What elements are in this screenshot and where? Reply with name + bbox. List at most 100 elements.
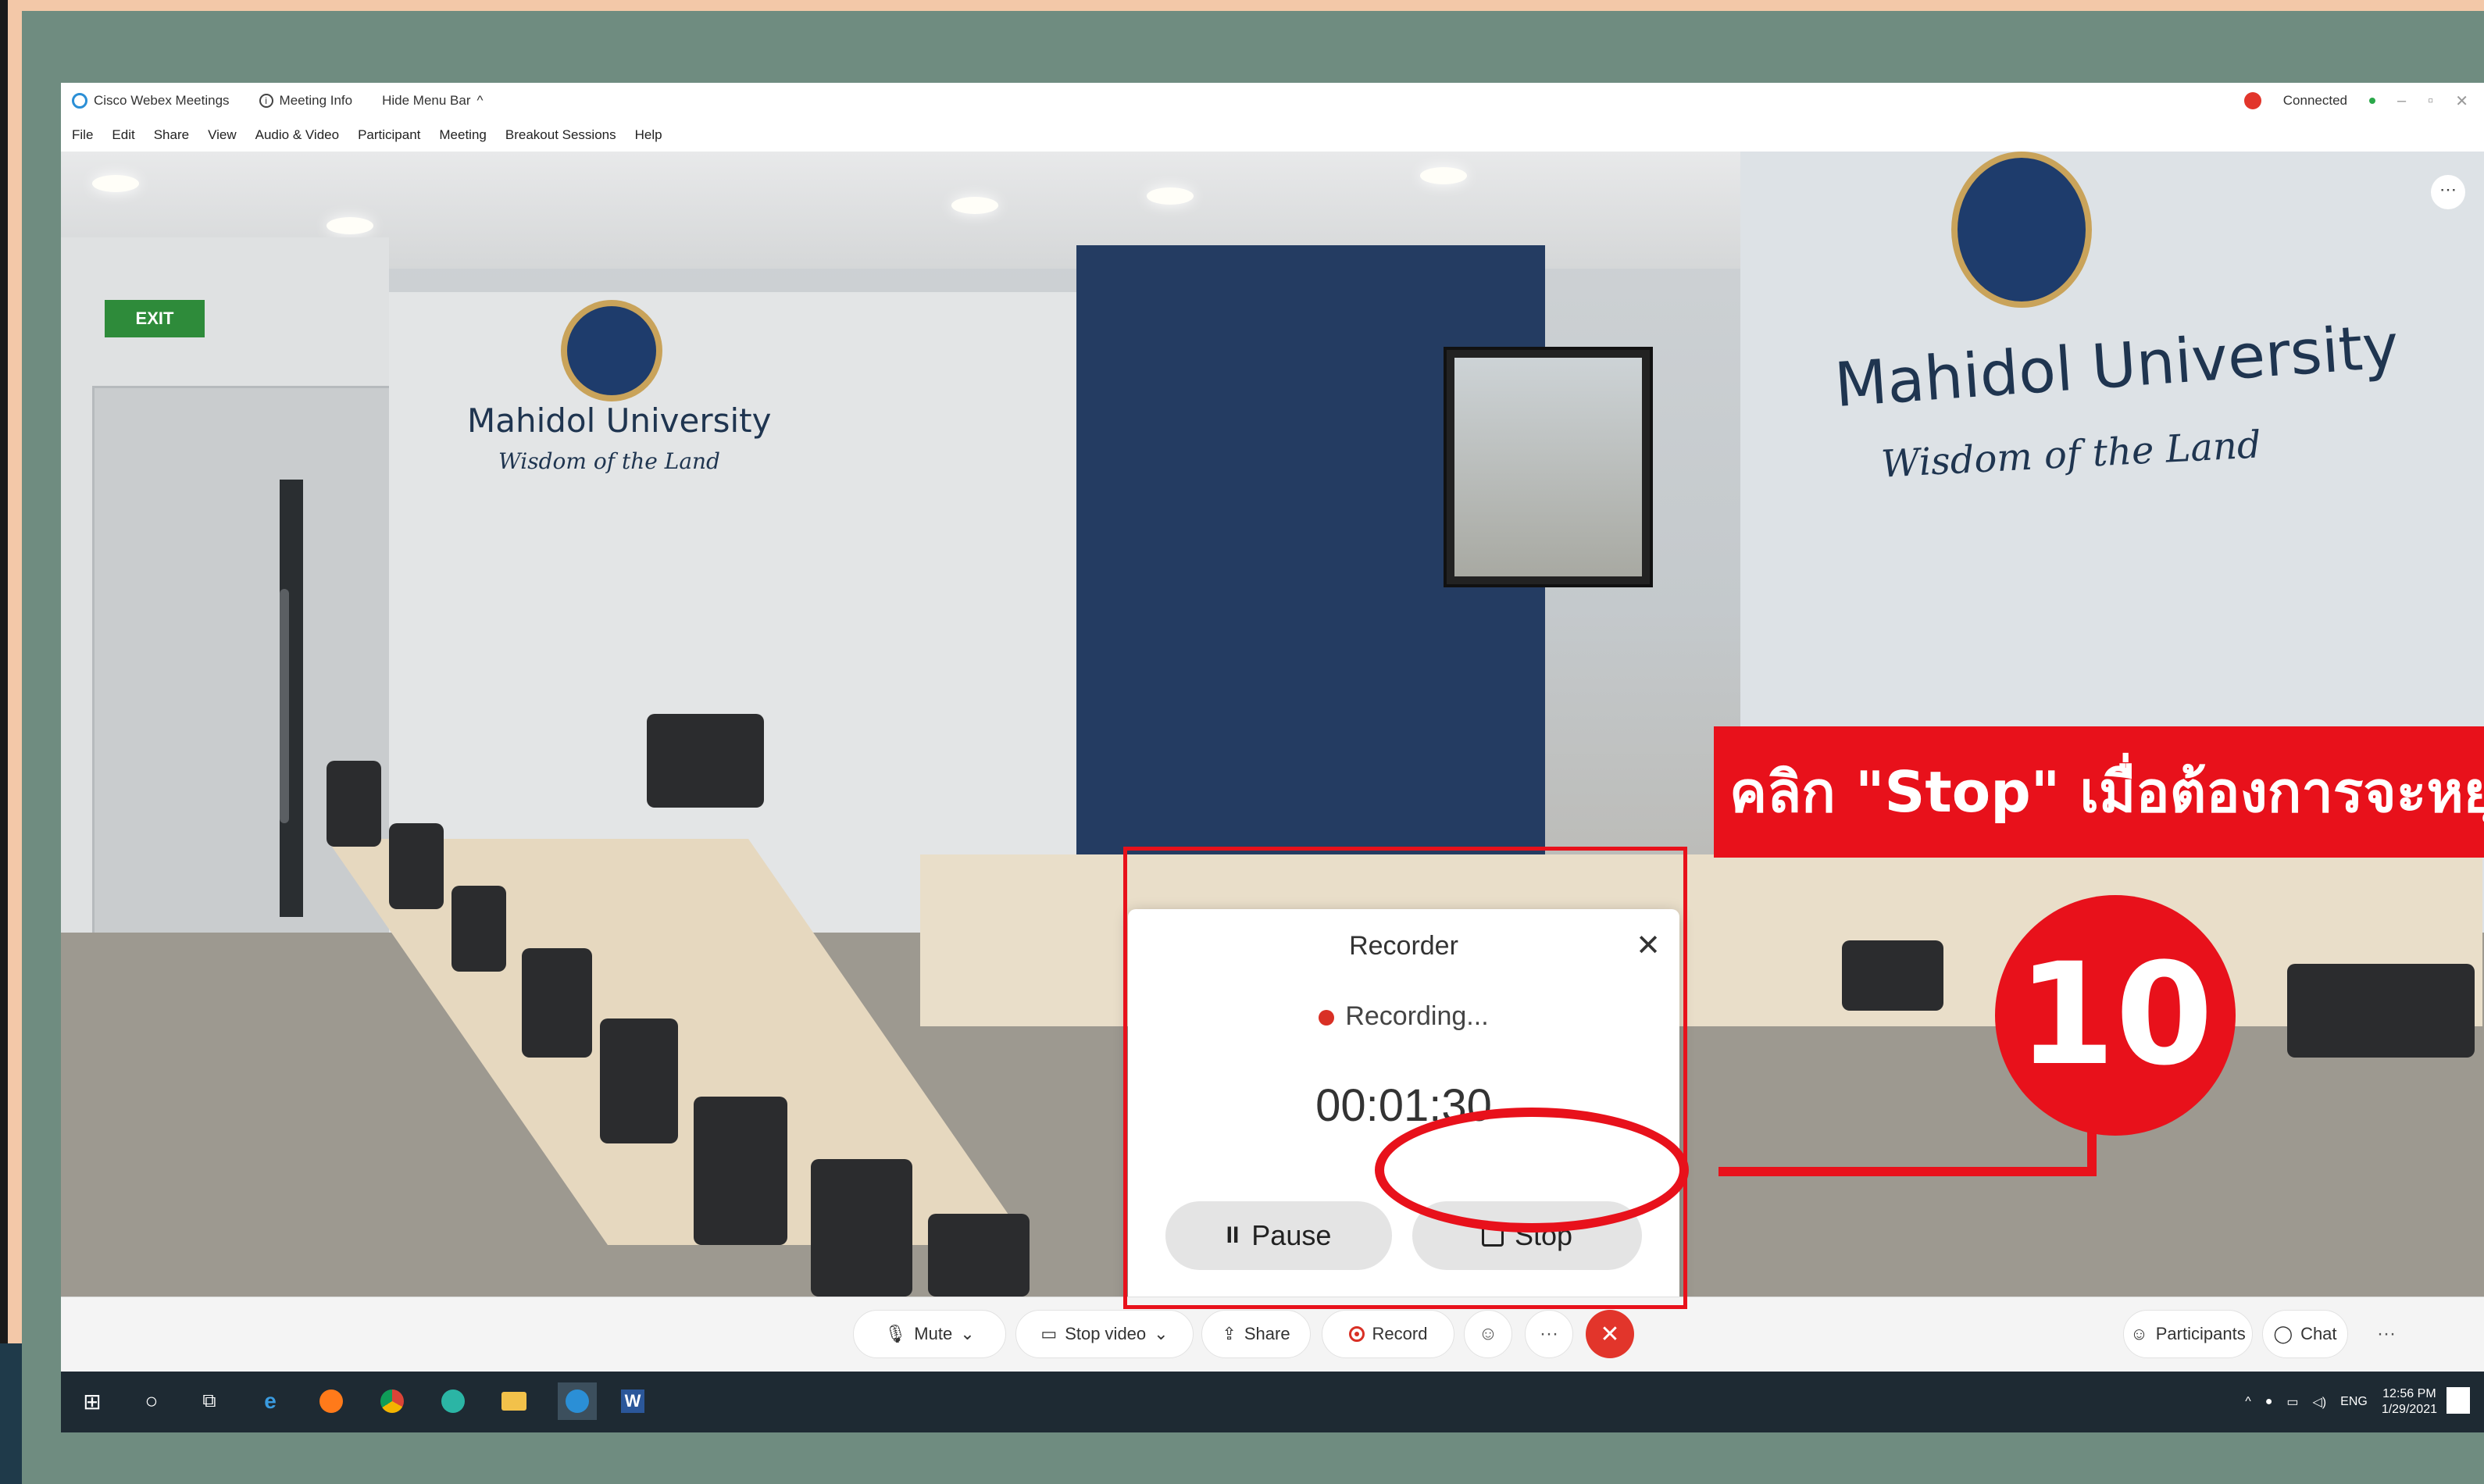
- clock-date: 1/29/2021: [2381, 1403, 2437, 1416]
- meeting-info-label: Meeting Info: [279, 93, 353, 108]
- stop-video-button[interactable]: ▭ Stop video ⌄: [1015, 1310, 1194, 1358]
- tv-screen: [1454, 358, 1642, 576]
- emoji-icon: ☺: [1478, 1323, 1498, 1344]
- record-icon: [1348, 1326, 1365, 1342]
- search-icon[interactable]: ○: [137, 1387, 166, 1415]
- highlight-box: [1123, 847, 1687, 1309]
- university-motto-left: Wisdom of the Land: [498, 448, 720, 474]
- chair: [327, 761, 381, 847]
- notification-center-icon[interactable]: [2447, 1387, 2470, 1414]
- microphone-icon: 🎙: [884, 1324, 907, 1343]
- menu-meeting[interactable]: Meeting: [439, 127, 486, 143]
- network-icon[interactable]: ▭: [2286, 1394, 2298, 1410]
- participants-button[interactable]: ☺ Participants: [2123, 1310, 2253, 1358]
- chevron-up-icon: ^: [476, 93, 484, 108]
- step-number-badge: 10: [1995, 895, 2236, 1136]
- ceiling-light: [327, 217, 373, 234]
- menu-edit[interactable]: Edit: [112, 127, 134, 143]
- meeting-info-button[interactable]: i Meeting Info: [259, 93, 353, 109]
- participants-icon: ☺: [2130, 1324, 2148, 1343]
- ceiling-light: [1147, 187, 1194, 205]
- university-seal-icon: [561, 300, 662, 401]
- chair: [389, 823, 444, 909]
- share-button[interactable]: ⇪ Share: [1201, 1310, 1311, 1358]
- ceiling-light: [92, 175, 139, 192]
- recording-indicator-icon: [2243, 92, 2261, 109]
- ceiling-light: [1420, 167, 1467, 184]
- windows-start-icon[interactable]: ⊞: [78, 1387, 106, 1415]
- chevron-down-icon[interactable]: ⌄: [960, 1324, 974, 1344]
- chat-label: Chat: [2300, 1324, 2337, 1343]
- close-icon: ✕: [1600, 1321, 1620, 1347]
- mute-label: Mute: [914, 1324, 953, 1343]
- menu-share[interactable]: Share: [154, 127, 189, 143]
- ceiling-light: [951, 197, 998, 214]
- clock-time: 12:56 PM: [2382, 1387, 2436, 1400]
- clock[interactable]: 12:56 PM 1/29/2021: [2382, 1386, 2437, 1418]
- file-explorer-icon[interactable]: [500, 1387, 528, 1415]
- video-options-button[interactable]: ⋯: [2431, 175, 2465, 209]
- webex-meeting-taskbar-icon[interactable]: [558, 1382, 597, 1420]
- word-glyph: W: [621, 1389, 644, 1413]
- callout-connector: [1718, 1167, 2097, 1176]
- reactions-button[interactable]: ☺: [1464, 1310, 1512, 1358]
- participants-label: Participants: [2155, 1324, 2246, 1343]
- video-camera-icon: ▭: [1040, 1324, 1058, 1343]
- chair: [647, 714, 764, 808]
- end-meeting-button[interactable]: ✕: [1586, 1310, 1634, 1358]
- chair: [928, 1214, 1030, 1297]
- webex-logo-icon: [72, 93, 87, 109]
- minimize-button[interactable]: –: [2397, 92, 2406, 110]
- university-seal-icon: [1951, 152, 2092, 308]
- menu-view[interactable]: View: [208, 127, 237, 143]
- menu-participant[interactable]: Participant: [358, 127, 420, 143]
- door-handle: [280, 589, 289, 823]
- edge-browser-icon[interactable]: e: [256, 1387, 284, 1415]
- hide-menu-bar-button[interactable]: Hide Menu Bar ^: [382, 93, 483, 109]
- system-tray: ^ ● ▭ ◁) ENG 12:56 PM 1/29/2021: [2245, 1372, 2437, 1432]
- volume-icon[interactable]: ◁): [2313, 1394, 2327, 1410]
- language-indicator[interactable]: ENG: [2340, 1395, 2368, 1409]
- chair: [694, 1097, 787, 1245]
- exit-sign: EXIT: [105, 300, 205, 337]
- app-name: Cisco Webex Meetings: [94, 93, 230, 108]
- chat-bubble-icon: ◯: [2273, 1324, 2293, 1343]
- record-label: Record: [1372, 1324, 1428, 1343]
- mute-button[interactable]: 🎙 Mute ⌄: [853, 1310, 1006, 1358]
- chrome-icon[interactable]: [378, 1387, 406, 1415]
- stop-highlight-ellipse: [1375, 1108, 1689, 1233]
- record-button[interactable]: Record: [1322, 1310, 1454, 1358]
- chevron-down-icon[interactable]: ⌄: [1154, 1324, 1168, 1344]
- left-dark-rule: [0, 0, 8, 1484]
- webex-app-icon[interactable]: [439, 1387, 467, 1415]
- word-icon[interactable]: W: [619, 1387, 647, 1415]
- close-window-button[interactable]: ✕: [2455, 91, 2468, 111]
- app-title: Cisco Webex Meetings: [72, 93, 230, 109]
- hide-menu-label: Hide Menu Bar: [382, 93, 471, 108]
- university-name-left: Mahidol University: [467, 401, 772, 440]
- chair: [600, 1018, 678, 1143]
- chair: [1842, 940, 1943, 1011]
- task-view-icon[interactable]: ⧉: [195, 1387, 223, 1415]
- firefox-icon[interactable]: [317, 1387, 345, 1415]
- menu-help[interactable]: Help: [635, 127, 662, 143]
- stop-video-label: Stop video: [1065, 1324, 1147, 1343]
- chair: [451, 886, 506, 972]
- menu-breakout-sessions[interactable]: Breakout Sessions: [505, 127, 616, 143]
- more-options-button[interactable]: ···: [1525, 1310, 1573, 1358]
- chat-button[interactable]: ◯ Chat: [2262, 1310, 2348, 1358]
- windows-taskbar: ⊞ ○ ⧉ e W ^ ● ▭ ◁) ENG 12:56 PM 1/29/202…: [61, 1372, 2484, 1432]
- show-hidden-icons-button[interactable]: ^: [2245, 1395, 2251, 1409]
- chair: [811, 1159, 912, 1297]
- connection-status: Connected: [2282, 93, 2348, 108]
- wall-tv: [1444, 347, 1653, 587]
- titlebar-right: Connected – ▫ ✕: [2243, 83, 2468, 119]
- decorative-corner-shape: [0, 1343, 22, 1484]
- share-label: Share: [1244, 1324, 1290, 1343]
- menu-audio-video[interactable]: Audio & Video: [255, 127, 339, 143]
- restore-button[interactable]: ▫: [2428, 92, 2433, 110]
- menu-file[interactable]: File: [72, 127, 93, 143]
- ellipsis-icon: ···: [2377, 1323, 2396, 1344]
- share-icon: ⇪: [1222, 1324, 1237, 1343]
- panel-more-button[interactable]: ···: [2362, 1310, 2411, 1358]
